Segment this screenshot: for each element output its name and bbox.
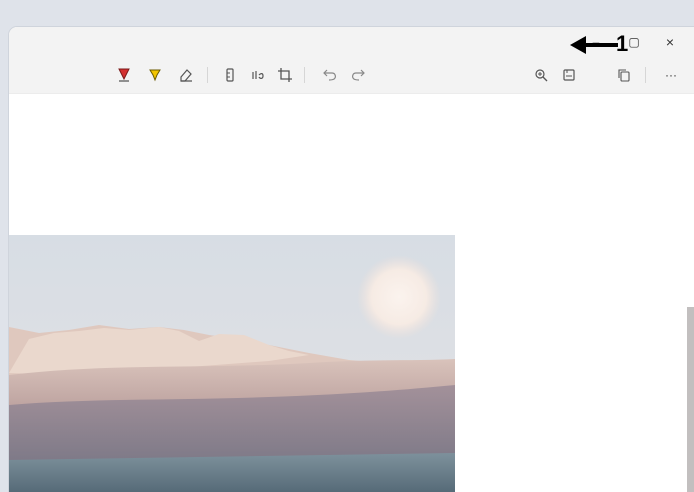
highlighter-icon bbox=[149, 69, 161, 82]
crop-icon bbox=[278, 68, 292, 82]
toolbar-separator bbox=[207, 67, 208, 83]
save-icon bbox=[563, 69, 575, 81]
copy-button[interactable] bbox=[615, 66, 633, 84]
annotation-number: 1 bbox=[616, 31, 629, 56]
ballpoint-pen-icon bbox=[118, 68, 130, 82]
crop-button[interactable] bbox=[276, 66, 294, 84]
snipping-tool-window: – ▢ × ··· bbox=[9, 27, 694, 492]
redo-button[interactable] bbox=[349, 66, 367, 84]
ruler-icon bbox=[226, 68, 234, 82]
toolbar-separator bbox=[304, 67, 305, 83]
eraser-icon bbox=[180, 69, 192, 82]
close-icon: × bbox=[665, 34, 675, 50]
zoom-button[interactable] bbox=[532, 66, 550, 84]
maximize-icon: ▢ bbox=[628, 35, 640, 49]
more-options-button[interactable]: ··· bbox=[660, 66, 682, 84]
toolbar: ··· bbox=[9, 57, 694, 94]
zoom-icon bbox=[535, 69, 548, 82]
close-button[interactable]: × bbox=[656, 31, 684, 53]
ruler-button[interactable] bbox=[221, 66, 239, 84]
more-icon: ··· bbox=[665, 68, 677, 82]
redo-icon bbox=[352, 69, 365, 81]
toolbar-separator bbox=[645, 67, 646, 83]
eraser-button[interactable] bbox=[177, 66, 195, 84]
save-button[interactable] bbox=[560, 66, 578, 84]
undo-icon bbox=[323, 69, 336, 81]
ballpoint-pen-button[interactable] bbox=[115, 66, 133, 84]
desert-landscape-image bbox=[9, 235, 455, 492]
touch-writing-button[interactable] bbox=[249, 66, 267, 84]
copy-icon bbox=[618, 69, 630, 82]
screenshot-image[interactable] bbox=[9, 235, 455, 492]
image-canvas bbox=[9, 94, 694, 492]
touch-writing-icon bbox=[252, 71, 264, 79]
annotation-arrow bbox=[570, 36, 618, 54]
highlighter-button[interactable] bbox=[146, 66, 164, 84]
background-strip bbox=[687, 307, 694, 492]
undo-button[interactable] bbox=[321, 66, 339, 84]
